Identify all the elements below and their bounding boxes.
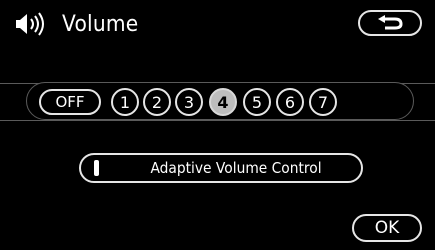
page-title: Volume [62,11,139,37]
volume-level-2-button[interactable]: 2 [143,88,171,116]
return-arrow-icon [378,15,403,30]
volume-level-5-button[interactable]: 5 [243,88,271,116]
volume-off-button[interactable]: OFF [39,89,101,115]
volume-level-7-button[interactable]: 7 [309,88,337,116]
adaptive-volume-control-button[interactable]: Adaptive Volume Control [79,153,363,183]
ok-button[interactable]: OK [352,214,422,242]
avc-indicator-light [94,160,99,176]
volume-level-1-button[interactable]: 1 [111,88,139,116]
speaker-volume-icon [16,12,44,36]
volume-level-4-button[interactable]: 4 [209,88,237,116]
volume-level-3-button[interactable]: 3 [175,88,203,116]
volume-level-6-button[interactable]: 6 [276,88,304,116]
back-button[interactable] [358,10,422,36]
avc-label: Adaptive Volume Control [150,159,322,177]
volume-screen: Volume OFF 1 2 3 4 5 6 7 Adaptive Volume… [0,0,435,250]
header: Volume [14,10,145,38]
